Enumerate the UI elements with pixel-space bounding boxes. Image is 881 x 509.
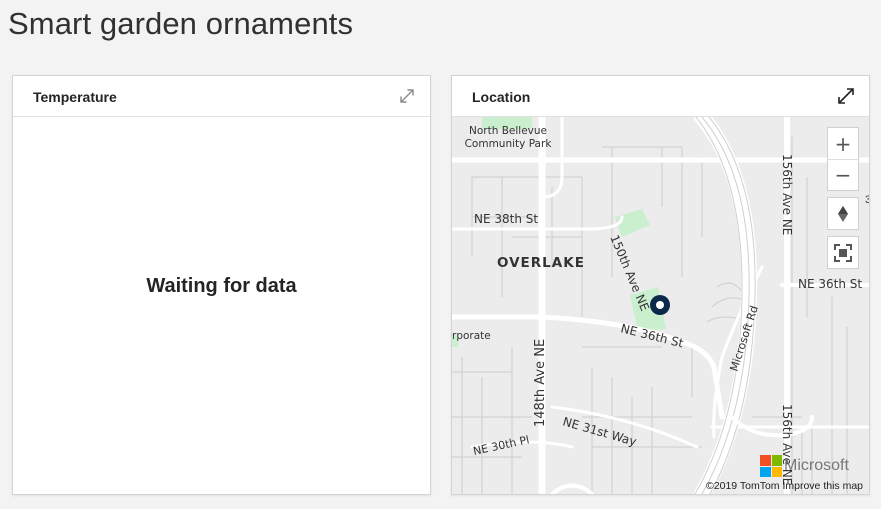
tile-header: Temperature (13, 76, 430, 117)
tile-title-location: Location (472, 89, 531, 105)
location-tile: Location North Bellevue Community Park N… (451, 75, 870, 495)
map-label-park: North Bellevue (469, 125, 547, 137)
map-label-ne38: NE 38th St (474, 212, 538, 226)
improve-map-link[interactable]: Improve this map (782, 480, 863, 492)
microsoft-logo-icon (760, 455, 782, 477)
page-title: Smart garden ornaments (8, 6, 354, 41)
map-label-ne36-right: NE 36th St (798, 277, 862, 291)
expand-icon[interactable] (837, 87, 855, 105)
compass-icon[interactable] (828, 198, 858, 229)
location-pin-icon[interactable] (650, 295, 670, 315)
compass-control (827, 197, 859, 230)
map-label-overlake: OVERLAKE (497, 255, 585, 271)
map-label-edge-digit: 3 (865, 194, 869, 206)
map-label-park: Community Park (465, 138, 553, 150)
map-attribution: ©2019 TomTom Improve this map (706, 480, 863, 492)
map-label-148th-ave: 148th Ave NE (533, 339, 548, 427)
tile-body: Waiting for data (13, 117, 430, 494)
map-controls: + − (827, 127, 859, 269)
zoom-controls: + − (827, 127, 859, 191)
temperature-tile: Temperature Waiting for data (12, 75, 431, 495)
microsoft-logo: Microsoft (760, 455, 849, 477)
microsoft-wordmark: Microsoft (784, 457, 849, 474)
expand-icon[interactable] (398, 87, 416, 105)
map-label-156th-top: 156th Ave NE (780, 154, 794, 235)
zoom-out-button[interactable]: − (828, 159, 858, 190)
tile-body: North Bellevue Community Park NE 38th St… (452, 117, 869, 494)
map[interactable]: North Bellevue Community Park NE 38th St… (452, 117, 869, 494)
fullscreen-control (827, 236, 859, 269)
waiting-message: Waiting for data (146, 275, 297, 297)
tile-title-temperature: Temperature (33, 89, 117, 105)
zoom-in-button[interactable]: + (828, 128, 858, 159)
fullscreen-icon[interactable] (828, 237, 858, 268)
copyright-text: ©2019 TomTom (706, 480, 780, 492)
tile-header: Location (452, 76, 869, 117)
map-label-corporate: rporate (452, 330, 491, 342)
